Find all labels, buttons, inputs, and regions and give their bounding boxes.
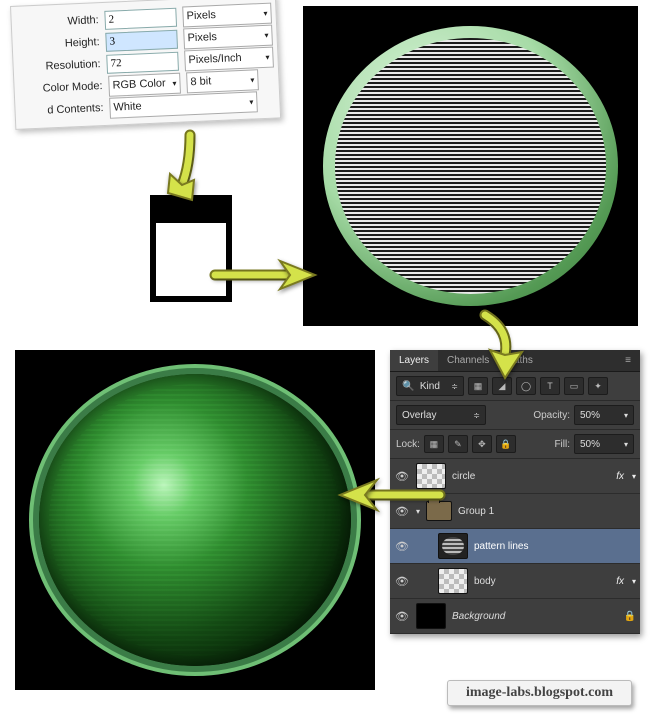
resolution-input[interactable]	[106, 51, 179, 73]
lined-circle	[323, 26, 618, 306]
lock-all-icon[interactable]: 🔒	[496, 435, 516, 453]
colormode-value: RGB Color	[112, 77, 166, 91]
opacity-label: Opacity:	[533, 410, 570, 421]
layer-background[interactable]: 👁 Background 🔒	[390, 599, 640, 634]
canvas-green-sphere	[15, 350, 375, 690]
lock-position-icon[interactable]: ✥	[472, 435, 492, 453]
layer-thumb	[438, 533, 468, 559]
width-unit-select[interactable]: Pixels ▾	[182, 2, 272, 27]
panel-menu-icon[interactable]: ≡	[616, 350, 640, 371]
resolution-unit-value: Pixels/Inch	[188, 52, 242, 66]
layer-pattern-lines[interactable]: 👁 pattern lines	[390, 529, 640, 564]
resolution-unit-select[interactable]: Pixels/Inch ▾	[184, 46, 274, 71]
folder-icon	[426, 501, 452, 521]
width-label: Width:	[16, 14, 105, 30]
width-unit-value: Pixels	[186, 9, 216, 22]
chevron-down-icon: ▾	[263, 8, 267, 17]
resolution-label: Resolution:	[17, 58, 106, 74]
contents-label: d Contents:	[19, 102, 109, 118]
layer-circle[interactable]: 👁 circle fx ▾	[390, 459, 640, 494]
layer-name: Background	[452, 611, 618, 622]
layers-panel: Layers Channels Paths ≡ 🔍Kind≑ ▦ ◢ ◯ T ▭…	[390, 350, 640, 634]
colormode-select[interactable]: RGB Color ▾	[108, 72, 181, 96]
layer-name: body	[474, 576, 610, 587]
layer-name: circle	[452, 471, 610, 482]
colordepth-value: 8 bit	[190, 75, 211, 88]
lock-paint-icon[interactable]: ✎	[448, 435, 468, 453]
group-toggle-icon[interactable]: ▾	[416, 507, 420, 516]
visibility-icon[interactable]: 👁	[394, 575, 410, 588]
width-input[interactable]	[104, 7, 177, 29]
opacity-value: 50%	[580, 410, 600, 421]
credit-badge: image-labs.blogspot.com	[447, 680, 632, 706]
canvas-lined-circle	[303, 6, 638, 326]
height-label: Height:	[16, 36, 105, 52]
visibility-icon[interactable]: 👁	[394, 470, 410, 483]
layer-thumb	[438, 568, 468, 594]
height-unit-value: Pixels	[187, 31, 217, 44]
height-unit-select[interactable]: Pixels ▾	[183, 24, 273, 49]
layer-thumb	[416, 603, 446, 629]
fill-label: Fill:	[554, 439, 570, 450]
filter-row: 🔍Kind≑ ▦ ◢ ◯ T ▭ ✦	[390, 372, 640, 401]
filter-type-icon[interactable]: T	[540, 377, 560, 395]
filter-pixel-icon[interactable]: ▦	[468, 377, 488, 395]
filter-adjust-icon[interactable]: ◢	[492, 377, 512, 395]
layer-name: pattern lines	[474, 541, 636, 552]
contents-value: White	[113, 100, 142, 113]
visibility-icon[interactable]: 👁	[394, 610, 410, 623]
height-input[interactable]	[105, 29, 178, 51]
chevron-down-icon[interactable]: ▾	[632, 577, 636, 586]
chevron-down-icon: ▾	[172, 78, 176, 87]
layer-thumb	[416, 463, 446, 489]
blend-mode-value: Overlay	[402, 410, 436, 421]
fx-badge[interactable]: fx	[616, 576, 624, 587]
visibility-icon[interactable]: 👁	[394, 540, 410, 553]
fill-value: 50%	[580, 439, 600, 450]
visibility-icon[interactable]: 👁	[394, 505, 410, 518]
green-sphere	[39, 374, 351, 666]
lock-icon: 🔒	[624, 611, 636, 622]
filter-kind-select[interactable]: 🔍Kind≑	[396, 376, 464, 396]
fx-badge[interactable]: fx	[616, 471, 624, 482]
layer-group1[interactable]: 👁 ▾ Group 1	[390, 494, 640, 529]
tab-channels[interactable]: Channels	[438, 350, 498, 371]
tab-layers[interactable]: Layers	[390, 350, 438, 371]
colordepth-select[interactable]: 8 bit ▾	[186, 69, 259, 93]
colormode-label: Color Mode:	[18, 80, 108, 96]
filter-shape-icon[interactable]: ▭	[564, 377, 584, 395]
blend-mode-select[interactable]: Overlay≑	[396, 405, 486, 425]
layer-body[interactable]: 👁 body fx ▾	[390, 564, 640, 599]
opacity-input[interactable]: 50%▾	[574, 405, 634, 425]
lock-label: Lock:	[396, 439, 420, 450]
kind-label: Kind	[420, 381, 440, 392]
chevron-down-icon: ▾	[250, 75, 254, 84]
new-document-dialog: Width: Pixels ▾ Height: Pixels ▾ Resolut…	[10, 0, 281, 130]
chevron-down-icon[interactable]: ▾	[632, 472, 636, 481]
layer-name: Group 1	[458, 506, 636, 517]
panel-tabs: Layers Channels Paths ≡	[390, 350, 640, 372]
lock-transparent-icon[interactable]: ▦	[424, 435, 444, 453]
pattern-swatch	[150, 195, 232, 302]
chevron-down-icon: ▾	[264, 30, 268, 39]
tab-paths[interactable]: Paths	[498, 350, 542, 371]
filter-mask-icon[interactable]: ◯	[516, 377, 536, 395]
fill-input[interactable]: 50%▾	[574, 434, 634, 454]
filter-smart-icon[interactable]: ✦	[588, 377, 608, 395]
chevron-down-icon: ▾	[249, 97, 253, 106]
chevron-down-icon: ▾	[265, 52, 269, 61]
